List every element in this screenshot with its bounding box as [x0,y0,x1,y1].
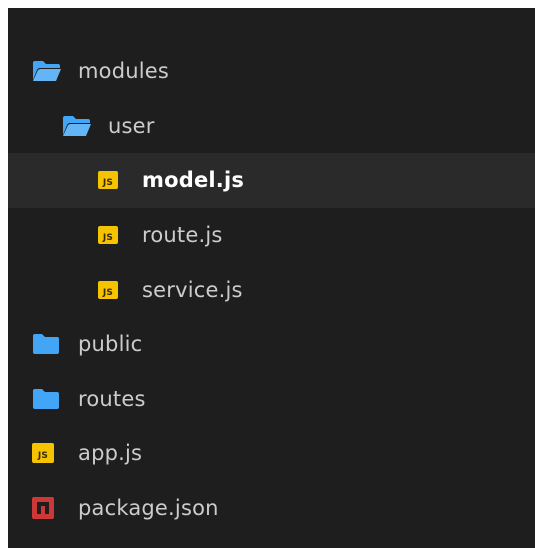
tree-item-label: service.js [142,277,243,302]
tree-item-routes-folder[interactable]: routes [8,372,535,427]
tree-item-package-json[interactable]: package.json [8,481,535,536]
folder-icon [32,333,66,355]
tree-item-modules-folder[interactable]: modules [8,44,535,99]
folder-open-icon [32,60,66,82]
tree-item-label: route.js [142,223,223,248]
file-explorer-panel: modules user JS model.js JS route.js JS … [8,8,535,548]
js-file-icon: JS [98,280,142,299]
folder-icon [32,388,66,410]
tree-item-label: routes [78,386,146,411]
npm-icon [32,497,66,520]
tree-item-label: package.json [78,496,219,521]
tree-item-label: modules [78,59,170,84]
tree-item-public-folder[interactable]: public [8,317,535,372]
tree-item-app-js[interactable]: JS app.js [8,426,535,481]
svg-text:JS: JS [102,178,113,188]
tree-item-label: model.js [142,168,245,193]
tree-item-route-js[interactable]: JS route.js [8,208,535,263]
tree-item-model-js[interactable]: JS model.js [8,153,535,208]
tree-item-user-folder[interactable]: user [8,99,535,154]
svg-text:JS: JS [37,451,48,461]
tree-item-label: public [78,332,143,357]
js-file-icon: JS [98,171,142,190]
tree-item-label: app.js [78,441,143,466]
js-file-icon: JS [98,226,142,245]
svg-text:JS: JS [102,233,113,243]
folder-open-icon [62,115,96,137]
tree-item-service-js[interactable]: JS service.js [8,262,535,317]
tree-item-label: user [108,113,155,138]
js-file-icon: JS [32,443,66,464]
file-tree: modules user JS model.js JS route.js JS … [8,44,535,535]
svg-text:JS: JS [102,288,113,298]
